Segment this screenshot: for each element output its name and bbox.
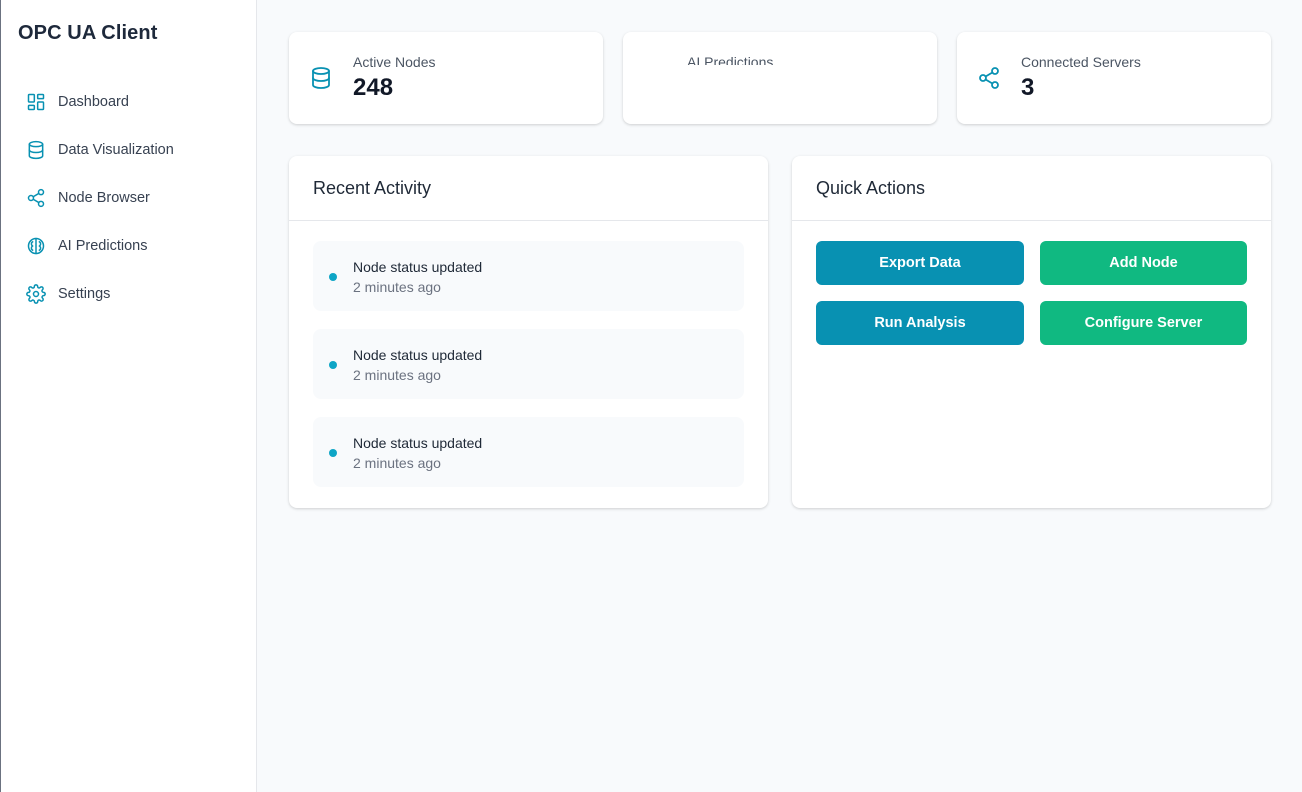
list-item: Node status updated 2 minutes ago bbox=[313, 329, 744, 399]
sidebar-item-data-visualization[interactable]: Data Visualization bbox=[1, 126, 257, 174]
status-dot-icon bbox=[329, 449, 337, 457]
quick-actions-panel: Quick Actions Export Data Add Node Run A… bbox=[792, 156, 1271, 508]
panel-header: Quick Actions bbox=[792, 156, 1271, 221]
activity-title: Node status updated bbox=[353, 259, 483, 275]
stat-label: Active Nodes bbox=[353, 54, 436, 70]
activity-title: Node status updated bbox=[353, 435, 483, 451]
dashboard-icon bbox=[26, 92, 46, 112]
sidebar-item-label: Dashboard bbox=[58, 94, 129, 110]
recent-activity-panel: Recent Activity Node status updated 2 mi… bbox=[289, 156, 768, 508]
export-data-button[interactable]: Export Data bbox=[816, 241, 1024, 285]
brain-icon bbox=[26, 236, 46, 256]
stat-value: 248 bbox=[353, 74, 394, 101]
add-node-button[interactable]: Add Node bbox=[1040, 241, 1247, 285]
sidebar-item-label: AI Predictions bbox=[58, 238, 148, 254]
status-dot-icon bbox=[329, 273, 337, 281]
status-dot-icon bbox=[329, 361, 337, 369]
list-item: Node status updated 2 minutes ago bbox=[313, 241, 744, 311]
stat-label: AI Predictions bbox=[687, 54, 774, 65]
configure-server-button[interactable]: Configure Server bbox=[1040, 301, 1247, 345]
share-icon bbox=[977, 66, 1001, 90]
sidebar-item-label: Node Browser bbox=[58, 190, 150, 206]
sidebar-item-node-browser[interactable]: Node Browser bbox=[1, 174, 257, 222]
sidebar-item-dashboard[interactable]: Dashboard bbox=[1, 78, 257, 126]
activity-time: 2 minutes ago bbox=[353, 455, 441, 471]
activity-list: Node status updated 2 minutes ago Node s… bbox=[289, 221, 768, 487]
sidebar-nav: Dashboard Data Visualization Node Browse… bbox=[1, 78, 257, 318]
sidebar-item-label: Data Visualization bbox=[58, 142, 174, 158]
stat-card-ai-predictions: AI Predictions bbox=[623, 32, 937, 124]
sidebar-item-label: Settings bbox=[58, 286, 111, 302]
main-content: Active Nodes 248 AI Predictions Connecte… bbox=[257, 0, 1302, 792]
database-icon bbox=[309, 66, 333, 90]
activity-time: 2 minutes ago bbox=[353, 279, 441, 295]
sidebar-item-ai-predictions[interactable]: AI Predictions bbox=[1, 222, 257, 270]
run-analysis-button[interactable]: Run Analysis bbox=[816, 301, 1024, 345]
stat-value: 3 bbox=[1021, 74, 1035, 101]
stat-label: Connected Servers bbox=[1021, 54, 1141, 70]
activity-title: Node status updated bbox=[353, 347, 483, 363]
panel-title: Recent Activity bbox=[313, 177, 432, 198]
share-icon bbox=[26, 188, 46, 208]
stat-card-active-nodes: Active Nodes 248 bbox=[289, 32, 603, 124]
sidebar: OPC UA Client Dashboard Data Visualizati… bbox=[0, 0, 257, 792]
stat-card-connected-servers: Connected Servers 3 bbox=[957, 32, 1271, 124]
gear-icon bbox=[26, 284, 46, 304]
actions-grid: Export Data Add Node Run Analysis Config… bbox=[792, 221, 1271, 365]
panel-title: Quick Actions bbox=[816, 177, 926, 198]
app-title: OPC UA Client bbox=[18, 22, 158, 44]
database-icon bbox=[26, 140, 46, 160]
list-item: Node status updated 2 minutes ago bbox=[313, 417, 744, 487]
activity-time: 2 minutes ago bbox=[353, 367, 441, 383]
sidebar-item-settings[interactable]: Settings bbox=[1, 270, 257, 318]
panel-header: Recent Activity bbox=[289, 156, 768, 221]
